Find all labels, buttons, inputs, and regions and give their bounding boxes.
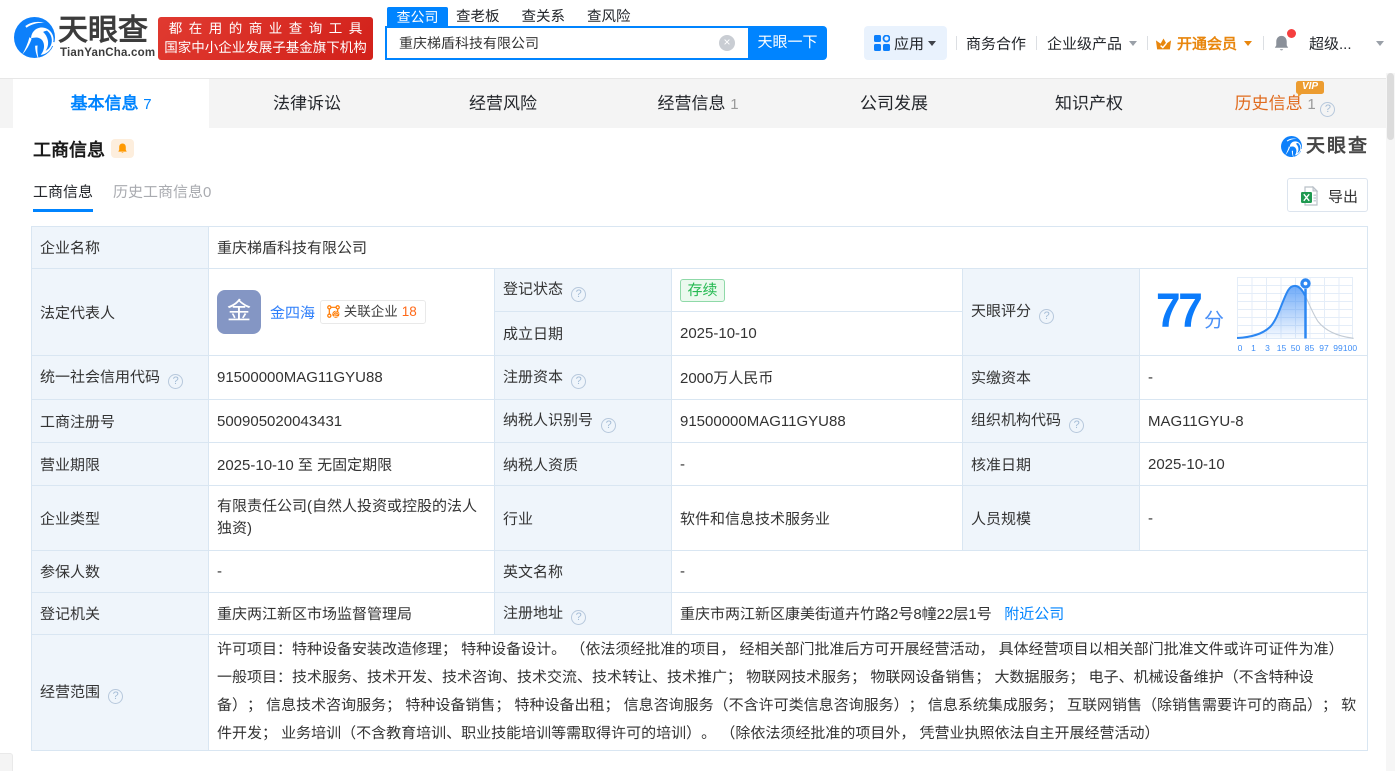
svg-text:97: 97 (1319, 343, 1329, 353)
svg-text:99: 99 (1333, 343, 1343, 353)
svg-text:85: 85 (1305, 343, 1315, 353)
svg-text:3: 3 (1265, 343, 1270, 353)
svg-text:企: 企 (333, 309, 340, 318)
svg-text:0: 0 (1238, 343, 1243, 353)
svg-text:15: 15 (1277, 343, 1287, 353)
svg-text:100: 100 (1343, 343, 1357, 353)
svg-text:50: 50 (1291, 343, 1301, 353)
svg-text:1: 1 (1251, 343, 1256, 353)
